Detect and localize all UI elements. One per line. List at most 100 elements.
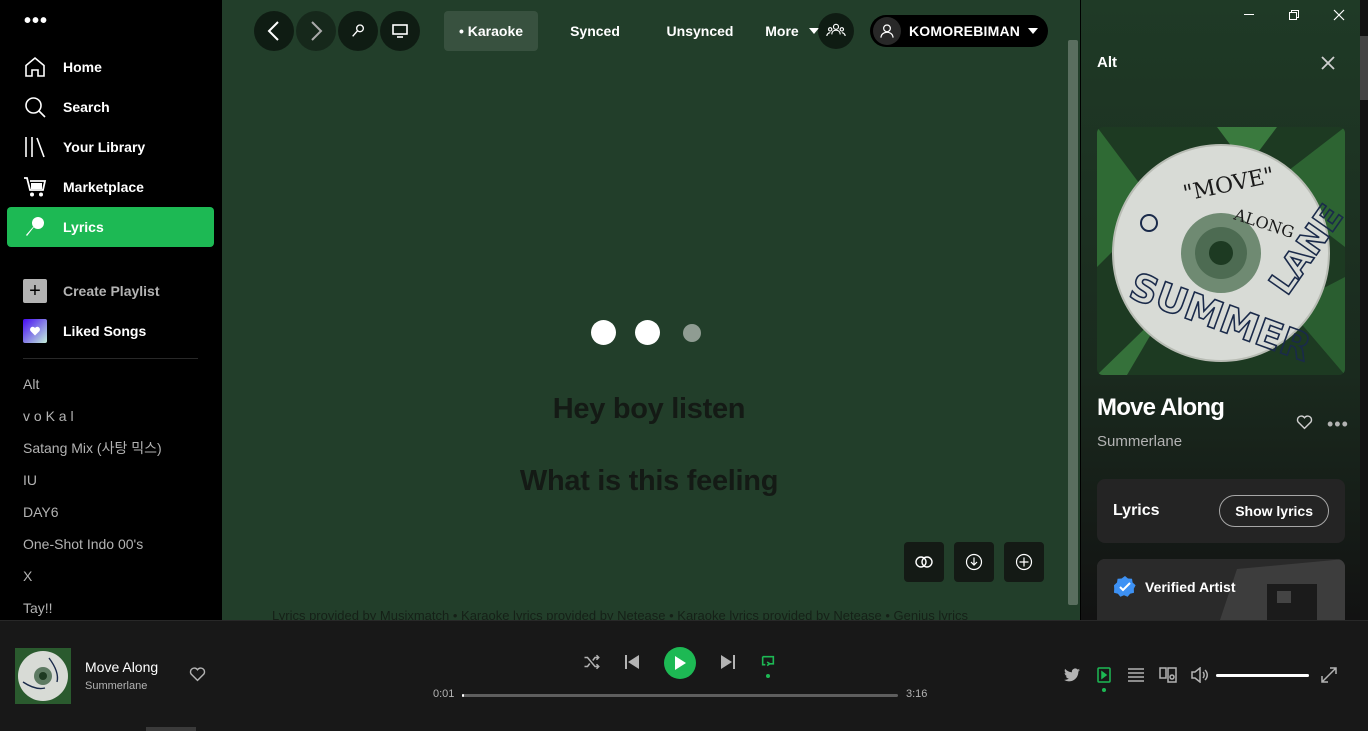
back-button[interactable] [254,11,294,51]
library-icon [23,135,47,159]
now-playing-panel: Alt "MOVE" ALONG SUMMER LANE Move Along … [1081,0,1368,629]
horizontal-scrollbar[interactable] [146,727,196,731]
create-playlist-button[interactable]: + Create Playlist [23,271,203,311]
close-icon [1333,9,1344,21]
show-lyrics-button[interactable]: Show lyrics [1219,495,1329,527]
sidebar-item-label: Your Library [63,139,146,155]
lyrics-card: Lyrics Show lyrics [1097,479,1345,543]
album-cover: "MOVE" ALONG SUMMER LANE [1097,127,1345,375]
play-icon [675,656,686,670]
verified-badge: Verified Artist [1113,575,1236,599]
now-playing-active-indicator [1102,688,1106,692]
liked-songs-label: Liked Songs [63,323,147,339]
sidebar-item-search[interactable]: Search [7,87,214,127]
lyrics-mic-button[interactable] [338,11,378,51]
playlist-item[interactable]: Alt [23,368,213,400]
next-button[interactable] [718,652,738,672]
queue-icon [1128,668,1144,682]
tab-unsynced[interactable]: Unsynced [654,11,746,51]
play-button[interactable] [664,647,696,679]
top-bar: • Karaoke Synced Unsynced More KOMOREBIM… [222,0,1080,62]
forward-button[interactable] [296,11,336,51]
playlist-item[interactable]: DAY6 [23,496,213,528]
avatar [873,17,901,45]
panel-title: Alt [1097,54,1117,71]
tab-karaoke[interactable]: • Karaoke [444,11,538,51]
liked-songs-button[interactable]: Liked Songs [23,311,203,351]
lyric-line[interactable]: What is this feeling [222,465,1078,498]
lyrics-view: • Karaoke Synced Unsynced More KOMOREBIM… [222,0,1080,620]
previous-button[interactable] [622,652,642,672]
playlist-item[interactable]: Satang Mix (사탕 믹스) [23,432,213,464]
fullscreen-button[interactable] [1319,665,1339,685]
panel-close-button[interactable] [1317,52,1339,79]
lyrics-progress-dots [591,320,701,345]
lyrics-credits: Lyrics provided by Musixmatch • Karaoke … [272,608,968,620]
now-playing-title[interactable]: Move Along [85,659,158,675]
panel-song-title[interactable]: Move Along [1097,394,1225,422]
tab-synced[interactable]: Synced [558,11,632,51]
volume-slider[interactable] [1216,674,1309,677]
playlist-item[interactable]: One-Shot Indo 00's [23,528,213,560]
progress-bar[interactable] [462,694,898,697]
lyrics-scrollbar[interactable] [1068,40,1078,605]
translation-toggle-button[interactable] [904,542,944,582]
panel-scrollbar[interactable] [1360,36,1368,100]
download-lyrics-button[interactable] [954,542,994,582]
panel-like-button[interactable] [1296,414,1313,435]
verified-icon [1114,576,1136,597]
sidebar-item-home[interactable]: Home [7,47,214,87]
minimize-button[interactable] [1226,0,1271,30]
add-lyrics-button[interactable] [1004,542,1044,582]
now-playing-icon [1097,667,1111,683]
playlist-item[interactable]: X [23,560,213,592]
restore-button[interactable] [1271,0,1316,30]
progress-dot [683,323,701,342]
now-playing-view-button[interactable] [1094,665,1114,685]
user-menu-button[interactable]: KOMOREBIMAN [870,15,1048,47]
plus-icon: + [23,279,47,303]
panel-song-artist[interactable]: Summerlane [1097,433,1182,450]
repeat-button[interactable] [758,652,778,672]
verified-label: Verified Artist [1145,579,1236,595]
share-twitter-button[interactable] [1062,665,1082,685]
sidebar-item-label: Home [63,59,102,75]
total-time: 3:16 [906,688,928,700]
lyric-line[interactable]: Hey boy listen [222,393,1078,426]
download-icon [965,553,983,571]
queue-button[interactable] [1126,665,1146,685]
shuffle-button[interactable] [582,652,602,672]
username: KOMOREBIMAN [909,23,1021,39]
spotify-app: ••• Home Search Your Library Marketplace… [0,0,1368,731]
volume-icon [1191,667,1208,683]
sidebar-item-lyrics[interactable]: Lyrics [7,207,214,247]
sidebar-item-label: Marketplace [63,179,144,195]
tab-more[interactable]: More [762,11,822,51]
menu-dots-icon[interactable]: ••• [24,10,48,33]
sidebar-item-marketplace[interactable]: Marketplace [7,167,214,207]
friend-activity-button[interactable] [818,13,854,49]
lyrics-card-label: Lyrics [1113,502,1160,519]
mute-button[interactable] [1190,665,1210,685]
now-playing-artist[interactable]: Summerlane [85,680,147,692]
home-icon [23,55,47,79]
playlist-item[interactable]: v o K a l [23,400,213,432]
sidebar-item-label: Search [63,99,110,115]
close-icon [1321,56,1335,70]
sidebar-divider [23,358,198,359]
people-icon [826,23,846,37]
artist-card[interactable]: Verified Artist [1097,559,1345,629]
more-options-icon[interactable]: ••• [1327,414,1349,435]
create-playlist-label: Create Playlist [63,283,160,299]
user-icon [880,24,894,38]
sidebar-actions: + Create Playlist Liked Songs [23,271,203,351]
like-button[interactable] [189,666,206,687]
connect-device-button[interactable] [1158,665,1178,685]
sidebar-item-library[interactable]: Your Library [7,127,214,167]
now-playing-cover[interactable] [15,648,71,704]
search-icon [23,95,47,119]
playlist-item[interactable]: IU [23,464,213,496]
window-close-button[interactable] [1316,0,1361,30]
shuffle-icon [584,654,600,670]
fullscreen-lyrics-button[interactable] [380,11,420,51]
